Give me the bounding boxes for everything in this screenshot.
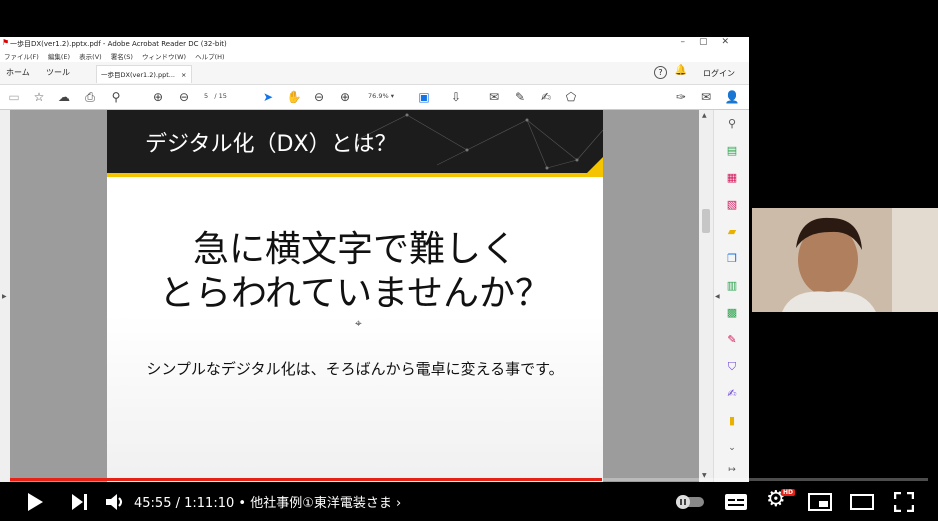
zoom-tool-icon[interactable]: ⚲ — [724, 116, 740, 132]
progress-played[interactable] — [10, 478, 602, 481]
request-signature-icon[interactable]: ✍ — [724, 386, 740, 402]
slide-main-line-1: 急に横文字で難しく — [192, 229, 517, 270]
presenter-video — [752, 208, 938, 312]
zoom-out-icon[interactable]: ⊖ — [311, 89, 327, 105]
toolbar: ▭ ☆ ☁ ⎙ ⚲ ⊕ ⊖ 5 / 15 ➤ ✋ ⊖ ⊕ 76.9% ▾ ▣ ⇩… — [0, 85, 749, 110]
scroll-mode-icon[interactable]: ⇩ — [448, 89, 464, 105]
upload-cloud-icon[interactable]: ☁ — [56, 89, 72, 105]
fill-sign-icon[interactable]: ✎ — [724, 332, 740, 348]
left-nav-strip[interactable]: ▶ — [0, 110, 10, 482]
tab-document-label: 一歩目DX(ver1.2).ppt... — [101, 71, 175, 79]
menu-file[interactable]: ファイル(F) — [4, 53, 39, 61]
page-current[interactable]: 5 — [204, 92, 208, 100]
slide-accent-bar — [107, 173, 603, 177]
vertical-scrollbar[interactable]: ▲ ▼ — [699, 110, 713, 482]
chevron-right-icon[interactable]: › — [396, 496, 401, 511]
expand-left-panel-icon[interactable]: ▶ — [2, 293, 7, 300]
panel-exit-icon[interactable]: ↦ — [724, 462, 740, 478]
scrollbar-thumb[interactable] — [702, 209, 710, 233]
sign-icon[interactable]: ✑ — [673, 89, 689, 105]
volume-icon[interactable] — [106, 493, 124, 511]
scan-icon[interactable]: ▩ — [724, 305, 740, 321]
tab-tools[interactable]: ツール — [46, 67, 70, 78]
slide-main-text: 急に横文字で難しく とらわれていませんか？ — [107, 228, 603, 316]
comment-icon[interactable]: ✉ — [486, 89, 502, 105]
select-cursor-icon[interactable]: ➤ — [260, 89, 276, 105]
zoom-level[interactable]: 76.9% ▾ — [368, 92, 394, 100]
slide-title: デジタル化（DX）とは？ — [145, 132, 397, 157]
collapse-panel-icon[interactable]: ◀ — [715, 293, 720, 300]
bookmark-star-icon[interactable]: ☆ — [31, 89, 47, 105]
draw-icon[interactable]: ✍ — [538, 89, 554, 105]
organize-pages-icon[interactable]: ▦ — [724, 170, 740, 186]
theater-mode-icon[interactable] — [850, 494, 874, 510]
create-pdf-icon[interactable]: ▤ — [724, 143, 740, 159]
acrobat-logo-icon: ⚑ — [2, 38, 10, 47]
fit-page-icon[interactable]: ▣ — [416, 89, 432, 105]
slide-subtitle: シンプルなデジタル化は、そろばんから電卓に変える事です。 — [146, 360, 564, 378]
duration: 1:11:10 — [184, 496, 235, 511]
zoom-in-icon[interactable]: ⊕ — [337, 89, 353, 105]
comment-tool-icon[interactable]: ▰ — [724, 224, 740, 240]
slide-page: デジタル化（DX）とは？ 急に横文字で難しく とらわれていませんか？ ⌖ シンプ… — [107, 110, 603, 482]
title-bar: ⚑ 一歩目DX(ver1.2).pptx.pdf - Adobe Acrobat… — [0, 37, 749, 51]
tab-close-icon[interactable]: × — [181, 71, 186, 79]
save-icon[interactable]: ▭ — [6, 89, 22, 105]
page-total: 15 — [218, 92, 227, 100]
miniplayer-icon[interactable] — [808, 493, 832, 511]
stamp-icon[interactable]: ⬠ — [563, 89, 579, 105]
protect-shield-icon[interactable]: ⛉ — [724, 359, 740, 375]
hand-tool-icon[interactable]: ✋ — [286, 89, 302, 105]
hd-badge: HD — [781, 489, 796, 496]
next-icon[interactable] — [72, 494, 88, 510]
tab-home[interactable]: ホーム — [6, 67, 30, 78]
page-up-icon[interactable]: ⊕ — [150, 89, 166, 105]
crosshair-cursor-icon: ⌖ — [355, 316, 362, 330]
acrobat-window: ⚑ 一歩目DX(ver1.2).pptx.pdf - Adobe Acrobat… — [0, 37, 749, 482]
chapter-dot: • — [238, 496, 251, 511]
window-controls[interactable]: –▢✕ — [680, 37, 743, 47]
search-icon[interactable]: ⚲ — [108, 89, 124, 105]
time-separator: / — [175, 496, 185, 511]
page-separator: / — [214, 92, 217, 100]
webcam-overlay — [752, 208, 938, 312]
send-track-icon[interactable]: ▮ — [724, 413, 740, 429]
time-display: 45:55 / 1:11:10 • 他社事例①東洋電装さま › — [134, 492, 401, 511]
slide-header-banner: デジタル化（DX）とは？ — [107, 110, 603, 173]
right-tools-panel: ◀ ⚲ ▤ ▦ ▧ ▰ ❐ ▥ ▩ ✎ ⛉ ✍ ▮ ⌄ ↦ — [713, 110, 749, 482]
player-controls: 45:55 / 1:11:10 • 他社事例①東洋電装さま › ⚙ HD — [0, 484, 938, 521]
bell-icon[interactable]: 🔔 — [675, 65, 687, 76]
window-title: 一歩目DX(ver1.2).pptx.pdf - Adobe Acrobat R… — [10, 40, 227, 48]
current-time: 45:55 — [134, 496, 172, 511]
tab-bar: ホーム ツール 一歩目DX(ver1.2).ppt... × ? 🔔 ログイン — [0, 62, 749, 85]
chapter-title[interactable]: 他社事例①東洋電装さま — [250, 496, 392, 511]
scroll-up-icon[interactable]: ▲ — [702, 112, 707, 119]
export-pdf-icon[interactable]: ▧ — [724, 197, 740, 213]
zoom-value: 76.9% — [368, 92, 389, 100]
chevron-down-icon[interactable]: ⌄ — [724, 440, 740, 456]
combine-files-icon[interactable]: ❐ — [724, 251, 740, 267]
mail-icon[interactable]: ✉ — [698, 89, 714, 105]
help-icon[interactable]: ? — [654, 66, 667, 79]
subtitles-icon[interactable] — [725, 493, 747, 511]
print-icon[interactable]: ⎙ — [82, 89, 98, 105]
menu-sign[interactable]: 署名(S) — [111, 53, 133, 61]
autoplay-toggle[interactable] — [676, 495, 704, 509]
add-user-icon[interactable]: 👤 — [724, 89, 740, 105]
slide-main-line-2: とらわれていませんか？ — [158, 273, 552, 314]
page-down-icon[interactable]: ⊖ — [176, 89, 192, 105]
menu-bar: ファイル(F) 編集(E) 表示(V) 署名(S) ウィンドウ(W) ヘルプ(H… — [0, 51, 749, 62]
fullscreen-icon[interactable] — [894, 492, 914, 512]
menu-edit[interactable]: 編集(E) — [48, 53, 70, 61]
menu-help[interactable]: ヘルプ(H) — [195, 53, 224, 61]
play-icon[interactable] — [27, 493, 43, 511]
compress-icon[interactable]: ▥ — [724, 278, 740, 294]
menu-window[interactable]: ウィンドウ(W) — [142, 53, 186, 61]
login-button[interactable]: ログイン — [703, 68, 735, 79]
tab-document[interactable]: 一歩目DX(ver1.2).ppt... × — [96, 65, 192, 83]
highlight-pen-icon[interactable]: ✎ — [512, 89, 528, 105]
menu-view[interactable]: 表示(V) — [79, 53, 102, 61]
page-indicator[interactable]: 5 / 15 — [204, 92, 227, 100]
